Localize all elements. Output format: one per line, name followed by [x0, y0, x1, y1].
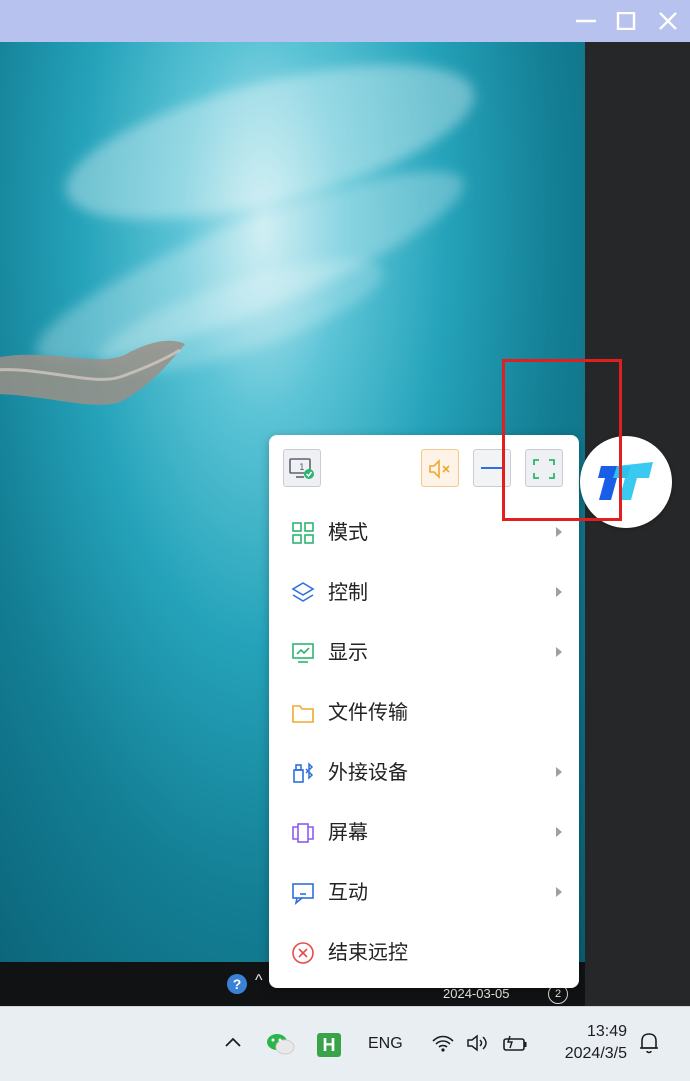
- window-close-button[interactable]: [648, 6, 688, 36]
- clock-date: 2024/3/5: [564, 1045, 627, 1062]
- chevron-right-icon: [556, 527, 562, 537]
- chart-monitor-icon: [292, 643, 314, 663]
- menu-item-screen[interactable]: 屏幕: [269, 803, 579, 863]
- mute-icon: [429, 459, 450, 479]
- wallpaper-ribbon: [0, 340, 185, 405]
- chevron-up-icon[interactable]: [224, 1033, 242, 1051]
- grid-icon: [292, 522, 314, 544]
- menu-item-label: 互动: [328, 882, 368, 904]
- h-app-icon[interactable]: H: [317, 1033, 341, 1057]
- help-icon[interactable]: ?: [227, 974, 247, 994]
- clock-time: 13:49: [586, 1023, 627, 1040]
- wechat-icon[interactable]: [266, 1031, 296, 1057]
- mute-button[interactable]: [421, 449, 459, 487]
- menu-item-label: 屏幕: [328, 822, 368, 844]
- chat-screen-icon: [292, 883, 314, 905]
- menu-item-label: 显示: [328, 642, 368, 664]
- window-titlebar: [0, 0, 690, 42]
- menu-item-label: 控制: [328, 582, 368, 604]
- close-circle-icon: [292, 942, 314, 964]
- monitor-check-icon: 1: [289, 458, 314, 479]
- wifi-icon[interactable]: [431, 1033, 455, 1053]
- screens-icon: [292, 823, 314, 843]
- volume-icon[interactable]: [466, 1033, 492, 1053]
- chevron-right-icon: [556, 647, 562, 657]
- chevron-right-icon: [556, 767, 562, 777]
- layers-icon: [291, 582, 315, 602]
- window-maximize-button[interactable]: [606, 6, 646, 36]
- folder-icon: [292, 705, 314, 723]
- menu-item-display[interactable]: 显示: [269, 623, 579, 683]
- remote-date: 2024-03-05: [443, 986, 510, 1001]
- control-menu: 模式 控制 显示 文件传输 外接设备 屏幕 互动 结束远控: [269, 503, 579, 983]
- system-clock[interactable]: 13:49 2024/3/5: [552, 1021, 627, 1065]
- menu-item-external-devices[interactable]: 外接设备: [269, 743, 579, 803]
- menu-item-interaction[interactable]: 互动: [269, 863, 579, 923]
- minimize-icon: [481, 467, 503, 469]
- usb-bluetooth-icon: [293, 762, 314, 783]
- language-indicator[interactable]: ENG: [368, 1035, 403, 1053]
- close-icon: [659, 12, 677, 30]
- menu-item-label: 模式: [328, 522, 368, 544]
- chevron-right-icon: [556, 887, 562, 897]
- menu-item-control[interactable]: 控制: [269, 563, 579, 623]
- minimize-icon: [576, 19, 596, 23]
- menu-item-end-remote[interactable]: 结束远控: [269, 923, 579, 983]
- chevron-up-icon[interactable]: ^: [255, 972, 263, 990]
- menu-item-label: 外接设备: [328, 762, 408, 784]
- svg-text:1: 1: [299, 463, 305, 473]
- chevron-right-icon: [556, 587, 562, 597]
- chevron-right-icon: [556, 827, 562, 837]
- window-minimize-button[interactable]: [566, 6, 606, 36]
- maximize-icon: [616, 12, 636, 30]
- battery-icon[interactable]: [502, 1032, 528, 1054]
- system-taskbar: H ENG 13:49 2024/3/5: [0, 1006, 690, 1081]
- menu-item-file-transfer[interactable]: 文件传输: [269, 683, 579, 743]
- menu-item-label: 文件传输: [328, 702, 408, 724]
- notification-bell-icon[interactable]: [638, 1031, 660, 1055]
- menu-item-label: 结束远控: [328, 942, 408, 964]
- screen-select-button[interactable]: 1: [283, 449, 321, 487]
- highlight-box: [502, 359, 622, 521]
